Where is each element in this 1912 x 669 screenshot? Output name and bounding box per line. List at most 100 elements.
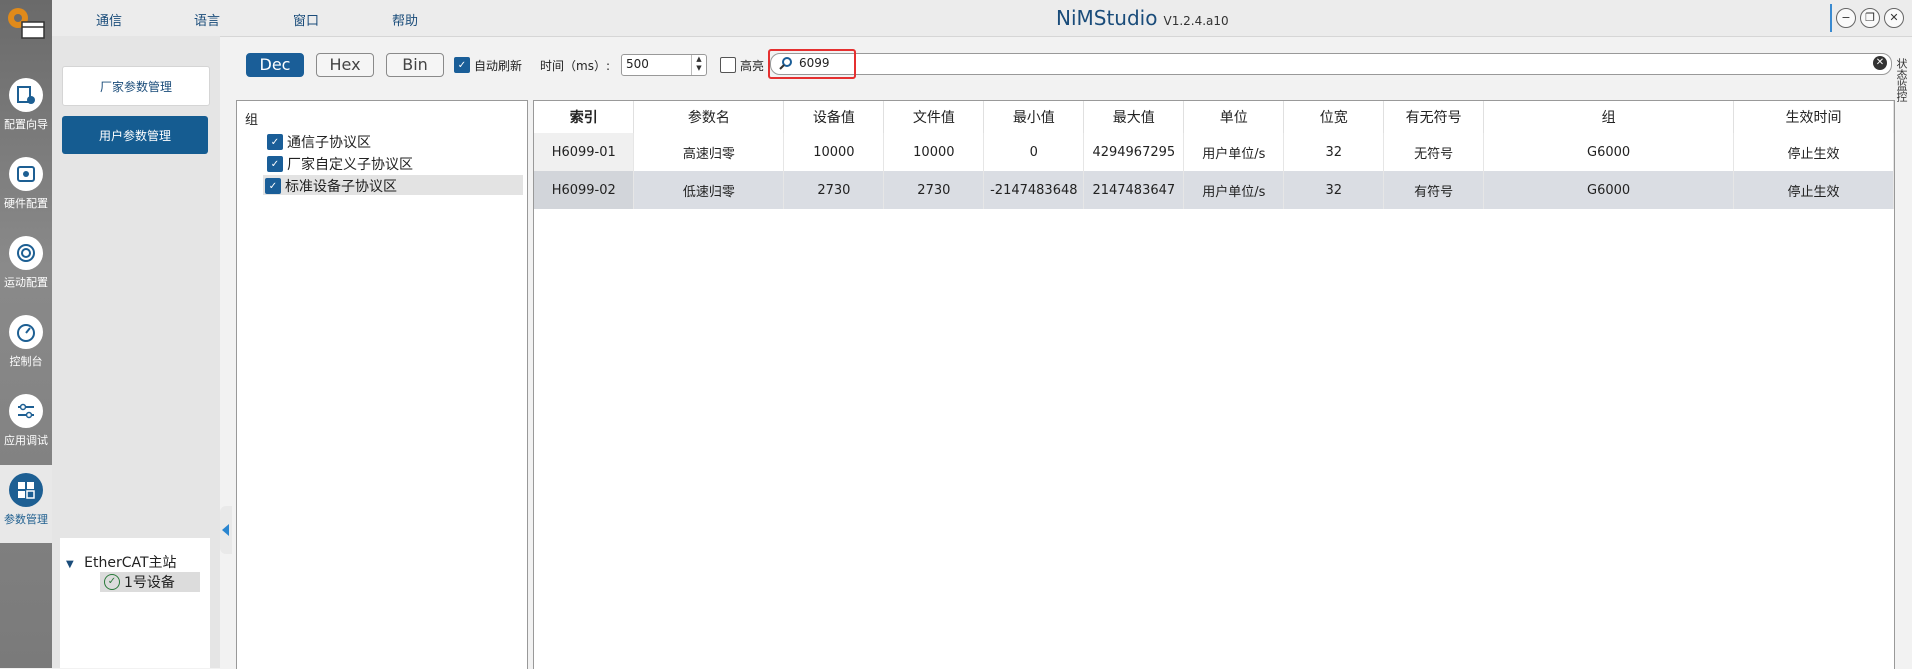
nav-label: 运动配置 <box>4 276 48 289</box>
col-header-bitwidth[interactable]: 位宽 <box>1283 101 1385 133</box>
group-item[interactable]: ✓ 通信子协议区 <box>265 131 525 151</box>
group-label: 厂家自定义子协议区 <box>287 157 413 173</box>
menu-help[interactable]: 帮助 <box>392 10 418 29</box>
user-param-button[interactable]: 用户参数管理 <box>62 116 208 154</box>
group-label: 标准设备子协议区 <box>285 179 397 195</box>
vendor-param-button[interactable]: 厂家参数管理 <box>62 66 210 106</box>
tree-child-label: 1号设备 <box>124 575 175 591</box>
col-header-name[interactable]: 参数名 <box>633 101 785 133</box>
menu-language[interactable]: 语言 <box>194 10 220 29</box>
col-header-unit[interactable]: 单位 <box>1183 101 1285 133</box>
nav-label: 应用调试 <box>4 434 48 447</box>
cell-name: 高速归零 <box>633 133 785 171</box>
group-item-selected[interactable]: ✓ 标准设备子协议区 <box>263 175 523 195</box>
app-name: NiMStudio <box>1056 6 1158 30</box>
close-button[interactable]: ✕ <box>1884 8 1904 28</box>
tree-child-device[interactable]: ✓ 1号设备 <box>100 572 200 592</box>
tree-root[interactable]: ▼ EtherCAT主站 <box>66 552 177 572</box>
nav-console[interactable]: 控制台 <box>0 307 52 385</box>
search-highlight-box <box>768 49 856 79</box>
cell-min: -2147483648 <box>983 171 1085 209</box>
cell-signed: 无符号 <box>1383 133 1485 171</box>
table-header-row: 索引 参数名 设备值 文件值 最小值 最大值 单位 位宽 有无符号 组 生效时间 <box>534 101 1894 133</box>
auto-refresh-label: 自动刷新 <box>474 59 523 73</box>
spin-arrows-icon[interactable]: ▲ ▼ <box>691 55 706 75</box>
menu-comm[interactable]: 通信 <box>96 10 122 29</box>
hex-button[interactable]: Hex <box>316 53 374 77</box>
nav-label: 参数管理 <box>4 513 48 526</box>
app-version: V1.2.4.a10 <box>1163 14 1229 28</box>
col-header-group[interactable]: 组 <box>1483 101 1735 133</box>
col-header-signed[interactable]: 有无符号 <box>1383 101 1485 133</box>
param-manage-panel: 厂家参数管理 用户参数管理 ▼ EtherCAT主站 ✓ 1号设备 <box>52 36 220 668</box>
toolbar: Dec Hex Bin ✓ 自动刷新 时间（ms）: 500 ▲ ▼ 高亮 609… <box>236 48 1892 82</box>
dec-button[interactable]: Dec <box>246 53 304 77</box>
nav-hardware[interactable]: 硬件配置 <box>0 149 52 227</box>
collapse-arrow-icon <box>222 524 229 536</box>
config-wizard-icon <box>9 78 43 112</box>
param-table-panel: 索引 参数名 设备值 文件值 最小值 最大值 单位 位宽 有无符号 组 生效时间… <box>533 100 1895 669</box>
left-nav: 配置向导 硬件配置 运动配置 控制台 应用调试 参数管理 <box>0 0 52 668</box>
cell-unit: 用户单位/s <box>1183 133 1285 171</box>
cell-device-value[interactable]: 2730 <box>783 171 885 209</box>
cell-file-value: 10000 <box>883 133 985 171</box>
device-tree: ▼ EtherCAT主站 ✓ 1号设备 <box>60 538 210 668</box>
group-checkbox[interactable]: ✓ <box>267 156 283 172</box>
interval-label: 时间（ms）: <box>540 59 610 73</box>
col-header-max[interactable]: 最大值 <box>1083 101 1185 133</box>
app-title: NiMStudio V1.2.4.a10 <box>1056 6 1229 30</box>
title-bar: 通信 语言 窗口 帮助 NiMStudio V1.2.4.a10 − ❐ ✕ <box>52 0 1912 37</box>
table-row[interactable]: H6099-02 低速归零 2730 2730 -2147483648 2147… <box>534 171 1894 209</box>
interval-value: 500 <box>626 57 649 71</box>
cell-max: 2147483647 <box>1083 171 1185 209</box>
col-header-effective[interactable]: 生效时间 <box>1733 101 1894 133</box>
col-header-device-value[interactable]: 设备值 <box>783 101 885 133</box>
minimize-button[interactable]: − <box>1836 8 1856 28</box>
cell-max: 4294967295 <box>1083 133 1185 171</box>
tree-root-label: EtherCAT主站 <box>84 555 177 571</box>
group-title: 组 <box>245 113 259 128</box>
cell-device-value[interactable]: 10000 <box>783 133 885 171</box>
interval-stepper[interactable]: 500 ▲ ▼ <box>621 54 707 76</box>
col-header-min[interactable]: 最小值 <box>983 101 1085 133</box>
cell-group: G6000 <box>1483 171 1735 209</box>
sliders-icon <box>9 394 43 428</box>
highlight-label: 高亮 <box>740 59 765 73</box>
cell-min: 0 <box>983 133 1085 171</box>
group-item[interactable]: ✓ 厂家自定义子协议区 <box>265 153 525 173</box>
cell-file-value: 2730 <box>883 171 985 209</box>
bin-button[interactable]: Bin <box>386 53 444 77</box>
clear-search-button[interactable]: ✕ <box>1873 56 1887 70</box>
search-input[interactable]: 6099 ✕ <box>770 53 1892 75</box>
cell-bitwidth: 32 <box>1283 133 1385 171</box>
nav-config-wizard[interactable]: 配置向导 <box>0 70 52 148</box>
collapse-panel-tab[interactable] <box>220 506 232 554</box>
cell-effective: 停止生效 <box>1733 133 1894 171</box>
cell-effective: 停止生效 <box>1733 171 1894 209</box>
group-checkbox[interactable]: ✓ <box>267 134 283 150</box>
param-icon <box>9 473 43 507</box>
expand-arrow-icon[interactable]: ▼ <box>66 559 74 570</box>
cell-index: H6099-02 <box>534 171 635 209</box>
nav-motion[interactable]: 运动配置 <box>0 228 52 306</box>
app-logo-icon <box>6 4 46 42</box>
restore-button[interactable]: ❐ <box>1860 8 1880 28</box>
highlight-checkbox[interactable] <box>720 57 736 73</box>
status-monitor-tab[interactable]: 状态监控 <box>1895 58 1909 102</box>
nav-param-manage[interactable]: 参数管理 <box>0 465 52 543</box>
cell-unit: 用户单位/s <box>1183 171 1285 209</box>
menu-window[interactable]: 窗口 <box>293 10 319 29</box>
nav-label: 配置向导 <box>4 118 48 131</box>
window-controls-divider <box>1830 4 1832 32</box>
auto-refresh-checkbox[interactable]: ✓ <box>454 57 470 73</box>
group-label: 通信子协议区 <box>287 135 371 151</box>
cell-name: 低速归零 <box>633 171 785 209</box>
nav-app-debug[interactable]: 应用调试 <box>0 386 52 464</box>
col-header-index[interactable]: 索引 <box>534 101 635 133</box>
cell-bitwidth: 32 <box>1283 171 1385 209</box>
col-header-file-value[interactable]: 文件值 <box>883 101 985 133</box>
group-checkbox[interactable]: ✓ <box>265 178 281 194</box>
cell-index: H6099-01 <box>534 133 635 171</box>
table-row[interactable]: H6099-01 高速归零 10000 10000 0 4294967295 用… <box>534 133 1894 171</box>
param-table: 索引 参数名 设备值 文件值 最小值 最大值 单位 位宽 有无符号 组 生效时间… <box>534 101 1894 209</box>
